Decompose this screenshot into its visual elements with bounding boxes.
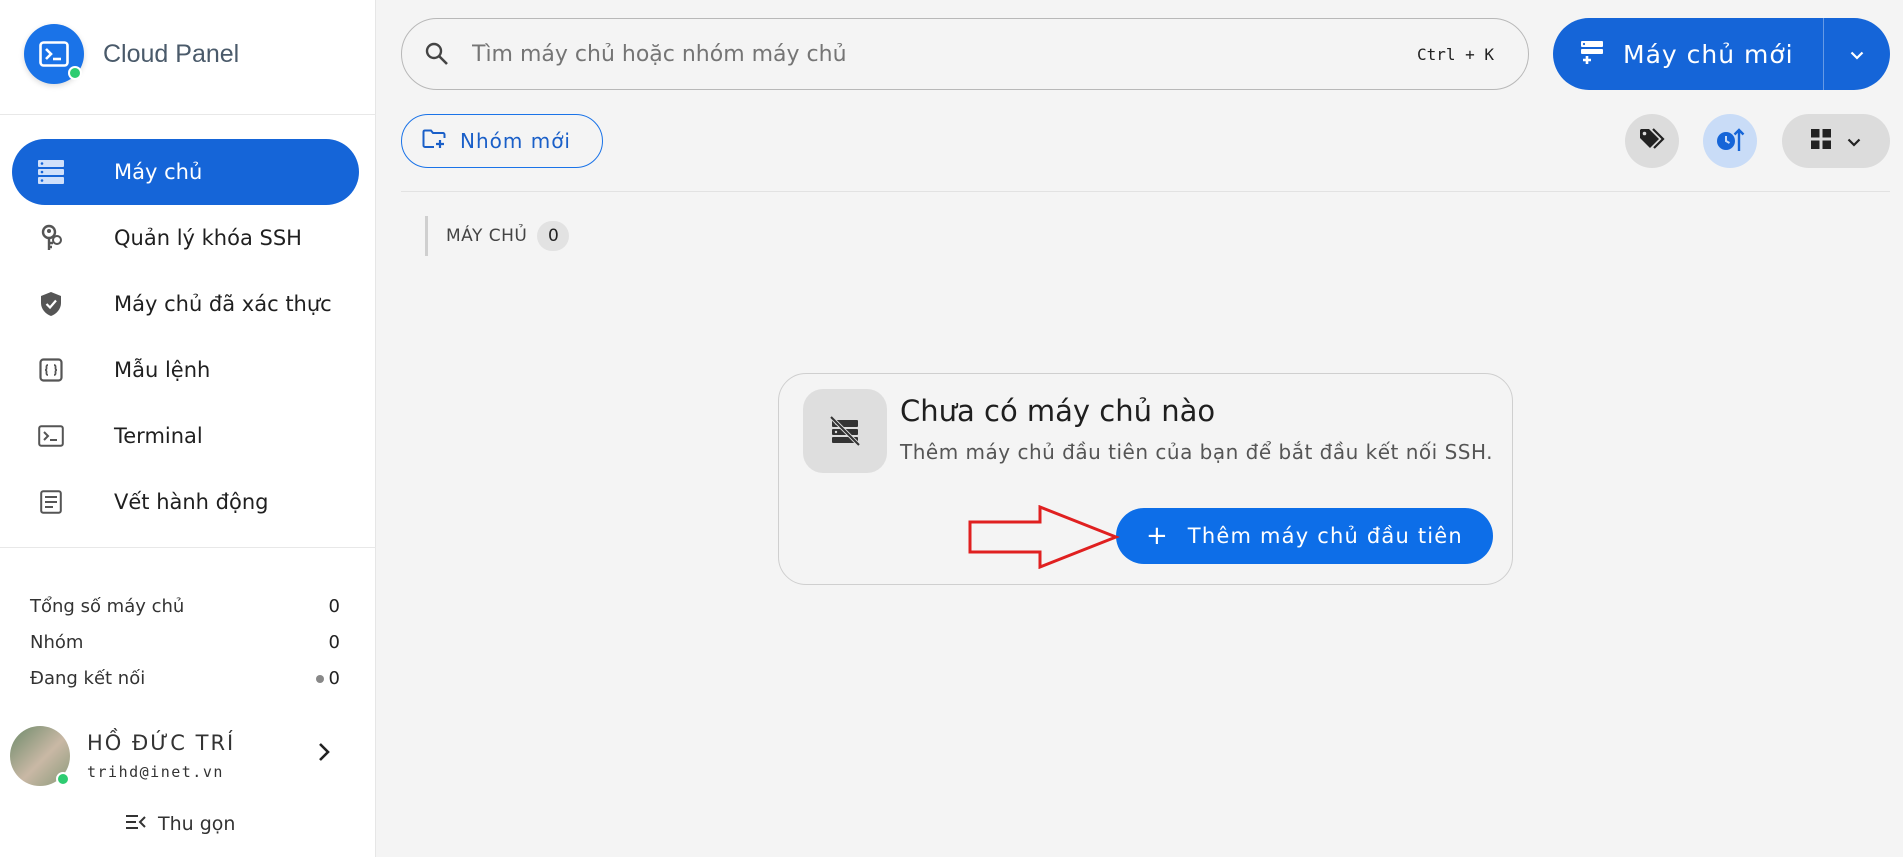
sidebar-item-label: Máy chủ — [114, 160, 203, 184]
grid-view-icon — [1811, 129, 1831, 153]
sidebar-item-servers[interactable]: Máy chủ — [12, 139, 359, 205]
no-server-icon — [803, 389, 887, 473]
annotation-arrow-icon — [968, 504, 1121, 573]
tag-icon — [1638, 127, 1666, 155]
sidebar: Cloud Panel Máy chủ Quản lý khóa SSH Máy… — [0, 0, 376, 857]
user-name: HỒ ĐỨC TRÍ — [87, 731, 236, 755]
sidebar-item-ssh-keys[interactable]: Quản lý khóa SSH — [12, 205, 359, 271]
key-icon — [38, 224, 64, 251]
chevron-down-icon — [1847, 132, 1861, 151]
stat-value: 0 — [328, 667, 340, 689]
clock-sort-icon — [1715, 125, 1745, 157]
stats-panel: Tổng số máy chủ 0 Nhóm 0 Đang kết nối 0 — [30, 588, 340, 696]
sidebar-item-label: Máy chủ đã xác thực — [114, 292, 332, 316]
server-icon — [38, 159, 64, 185]
new-server-split-button: Máy chủ mới — [1553, 18, 1890, 90]
user-profile[interactable]: HỒ ĐỨC TRÍ trihd@inet.vn — [10, 724, 350, 788]
folder-add-icon — [422, 129, 446, 153]
user-info: HỒ ĐỨC TRÍ trihd@inet.vn — [87, 731, 235, 781]
tags-filter-button[interactable] — [1625, 114, 1679, 168]
search-input[interactable] — [472, 41, 1417, 67]
stat-label: Tổng số máy chủ — [30, 595, 185, 617]
stat-value-wrap: 0 — [315, 667, 340, 689]
plus-icon: + — [1146, 521, 1168, 551]
add-server-icon — [1579, 39, 1605, 69]
stat-total-servers: Tổng số máy chủ 0 — [30, 588, 340, 624]
stat-value: 0 — [328, 631, 340, 653]
stat-connected: Đang kết nối 0 — [30, 660, 340, 696]
search-icon — [424, 41, 450, 67]
stat-value: 0 — [328, 595, 340, 617]
log-icon — [38, 489, 64, 515]
new-server-label: Máy chủ mới — [1623, 39, 1794, 69]
sidebar-item-verified-hosts[interactable]: Máy chủ đã xác thực — [12, 271, 359, 337]
sidebar-nav: Máy chủ Quản lý khóa SSH Máy chủ đã xác … — [12, 139, 359, 535]
avatar — [10, 726, 70, 786]
new-group-button[interactable]: Nhóm mới — [401, 114, 603, 168]
content-divider — [401, 191, 1890, 192]
online-status-dot — [68, 66, 82, 80]
sidebar-item-label: Quản lý khóa SSH — [114, 226, 302, 250]
new-server-button[interactable]: Máy chủ mới — [1553, 18, 1824, 90]
stat-label: Nhóm — [30, 631, 84, 653]
chevron-down-icon — [1850, 45, 1864, 64]
empty-state-title: Chưa có máy chủ nào — [900, 394, 1216, 428]
app-name: Cloud Panel — [103, 39, 240, 68]
terminal-icon — [38, 423, 64, 449]
sidebar-item-label: Vết hành động — [114, 490, 269, 514]
count-badge: 0 — [537, 221, 570, 251]
online-status-dot — [56, 772, 70, 786]
chevron-right-icon[interactable] — [318, 742, 330, 766]
stat-groups: Nhóm 0 — [30, 624, 340, 660]
snippet-icon — [38, 357, 64, 383]
sidebar-item-snippets[interactable]: Mẫu lệnh — [12, 337, 359, 403]
section-title: MÁY CHỦ — [446, 226, 528, 246]
sidebar-item-label: Terminal — [114, 424, 203, 448]
status-dot-icon — [315, 674, 324, 683]
empty-state-description: Thêm máy chủ đầu tiên của bạn để bắt đầu… — [900, 440, 1494, 464]
new-server-dropdown-button[interactable] — [1824, 45, 1890, 64]
user-email: trihd@inet.vn — [87, 763, 224, 781]
sidebar-divider — [0, 547, 376, 548]
search-bar[interactable]: Ctrl + K — [401, 18, 1529, 90]
sidebar-item-activity-log[interactable]: Vết hành động — [12, 469, 359, 535]
add-first-server-button[interactable]: + Thêm máy chủ đầu tiên — [1116, 508, 1493, 564]
collapse-sidebar-button[interactable]: Thu gọn — [126, 813, 235, 835]
shield-check-icon — [38, 291, 64, 317]
sidebar-item-label: Mẫu lệnh — [114, 358, 211, 382]
brand[interactable]: Cloud Panel — [24, 24, 239, 84]
collapse-menu-icon — [126, 813, 146, 835]
add-first-server-label: Thêm máy chủ đầu tiên — [1187, 524, 1463, 548]
collapse-label: Thu gọn — [158, 813, 236, 835]
sort-recent-button[interactable] — [1703, 114, 1757, 168]
keyboard-shortcut-hint: Ctrl + K — [1416, 44, 1494, 64]
sidebar-item-terminal[interactable]: Terminal — [12, 403, 359, 469]
new-group-label: Nhóm mới — [460, 129, 571, 153]
sidebar-divider — [0, 114, 376, 115]
view-mode-button[interactable] — [1782, 114, 1890, 168]
empty-state-card: Chưa có máy chủ nào Thêm máy chủ đầu tiê… — [778, 373, 1513, 585]
servers-section-header: MÁY CHỦ 0 — [425, 216, 570, 256]
stat-label: Đang kết nối — [30, 667, 146, 689]
app-logo-icon — [24, 24, 84, 84]
